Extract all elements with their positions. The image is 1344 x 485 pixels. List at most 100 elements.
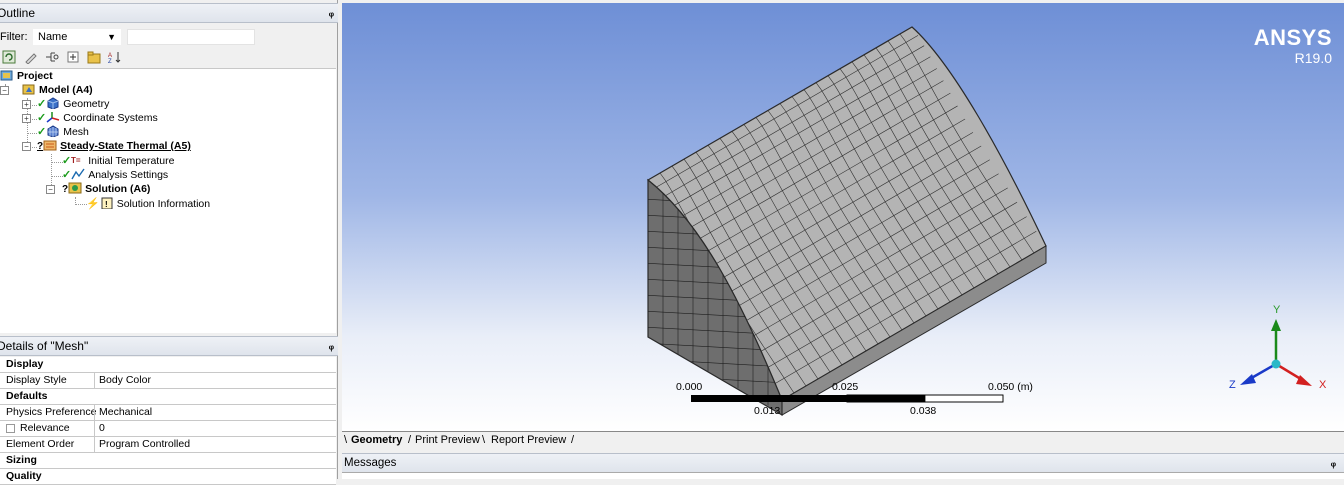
- info-icon: !: [100, 197, 114, 210]
- collapse-toggle[interactable]: −: [0, 86, 9, 95]
- details-key: Physics Preference: [6, 406, 97, 418]
- settings-icon: [71, 168, 85, 180]
- expand-toggle[interactable]: +: [22, 100, 31, 109]
- tree-item-label: Geometry: [63, 98, 110, 110]
- check-icon: ✓: [37, 112, 47, 124]
- check-icon: ✓: [37, 98, 47, 110]
- pencil-icon[interactable]: [24, 50, 38, 64]
- tab-geometry[interactable]: Geometry: [351, 433, 402, 449]
- temperature-icon: T=: [71, 154, 85, 166]
- tree-item-initial-temperature[interactable]: ✓ T= Initial Temperature: [62, 154, 174, 168]
- details-value[interactable]: 0: [99, 421, 105, 436]
- solution-icon: [68, 182, 82, 194]
- tree-item-analysis-settings[interactable]: ✓ Analysis Settings: [62, 168, 168, 182]
- expand-all-icon[interactable]: [66, 50, 80, 64]
- tree-item-label: Steady-State Thermal (A5): [60, 140, 191, 152]
- tree-connect-icon[interactable]: [45, 50, 59, 64]
- svg-text:T=: T=: [71, 156, 81, 165]
- details-section-quality[interactable]: Quality: [0, 469, 336, 485]
- sort-icon[interactable]: AZ: [108, 50, 122, 64]
- tree-item-label: Mesh: [63, 126, 89, 138]
- lightning-icon: ⚡: [86, 198, 100, 210]
- details-value[interactable]: Mechanical: [99, 405, 152, 420]
- thermal-analysis-icon: [43, 139, 57, 151]
- details-value[interactable]: Program Controlled: [99, 437, 190, 452]
- outline-toolbar: AZ: [0, 48, 338, 68]
- svg-text:!: !: [105, 200, 108, 209]
- filter-select[interactable]: Name ▼: [33, 29, 121, 45]
- coordinate-axes-icon: [46, 111, 60, 123]
- check-icon: ✓: [62, 155, 72, 167]
- tree-item-steady-state-thermal[interactable]: ? Steady-State Thermal (A5): [37, 139, 191, 153]
- axis-y-label: Y: [1273, 304, 1281, 316]
- tree-item-model[interactable]: Model (A4): [22, 83, 93, 97]
- tab-slash: \: [482, 434, 486, 446]
- model-icon: [22, 83, 36, 95]
- details-key: Relevance: [20, 422, 70, 434]
- filter-row: Filter: Name ▼: [0, 27, 338, 47]
- check-icon: ✓: [37, 126, 47, 138]
- details-row-relevance[interactable]: Relevance 0: [0, 421, 336, 437]
- project-icon: [0, 69, 14, 81]
- details-table: Display Display Style Body Color Default…: [0, 357, 336, 485]
- tree-item-label: Initial Temperature: [88, 155, 175, 167]
- details-section-sizing[interactable]: Sizing: [0, 453, 336, 469]
- mesh-icon: [46, 125, 60, 138]
- tab-report-preview[interactable]: Report Preview: [491, 433, 566, 449]
- details-section-defaults[interactable]: Defaults: [0, 389, 336, 405]
- chevron-down-icon: ▼: [107, 32, 116, 42]
- filter-search-input[interactable]: [127, 29, 255, 45]
- check-icon: ✓: [62, 169, 72, 181]
- details-key: Display Style: [6, 374, 67, 386]
- pin-icon[interactable]: ᵩ: [329, 337, 334, 355]
- tab-slash: /: [408, 434, 412, 446]
- filter-select-value: Name: [38, 31, 68, 43]
- tab-slash: \: [344, 434, 348, 446]
- parameter-checkbox[interactable]: [6, 424, 15, 433]
- axis-z-label: Z: [1229, 379, 1236, 391]
- outline-header: Outline ᵩ: [0, 3, 338, 23]
- viewport-tabs: \ Geometry / Print Preview \ Report Prev…: [342, 431, 1344, 449]
- tree-item-label: Solution (A6): [85, 183, 151, 195]
- tree-item-solution[interactable]: ? Solution (A6): [62, 182, 150, 196]
- tree-item-geometry[interactable]: ✓ Geometry: [37, 97, 109, 111]
- axis-triad[interactable]: [342, 3, 1344, 431]
- tab-print-preview[interactable]: Print Preview: [415, 433, 480, 449]
- geometry-icon: [46, 97, 60, 110]
- pin-icon[interactable]: ᵩ: [1331, 454, 1336, 472]
- collapse-toggle[interactable]: −: [22, 142, 31, 151]
- outline-tree: Project − Model (A4) + ✓ Geometry + ✓ Coor…: [0, 68, 336, 333]
- details-header: Details of "Mesh" ᵩ: [0, 336, 338, 356]
- details-key: Element Order: [6, 438, 75, 450]
- axis-x-label: X: [1319, 379, 1327, 391]
- messages-title: Messages: [344, 457, 397, 469]
- tree-item-solution-information[interactable]: ⚡! Solution Information: [86, 197, 210, 211]
- outline-title: Outline: [0, 6, 36, 20]
- tree-item-label: Project: [17, 70, 53, 82]
- svg-text:Z: Z: [108, 59, 112, 64]
- graphics-viewport[interactable]: ANSYS R19.0 0.000 0.025 0.050 (m) 0.013 …: [342, 3, 1344, 431]
- filter-label: Filter:: [0, 31, 28, 43]
- pin-icon[interactable]: ᵩ: [329, 4, 334, 22]
- tree-item-mesh[interactable]: ✓ Mesh: [37, 125, 89, 139]
- details-row-display-style[interactable]: Display Style Body Color: [0, 373, 336, 389]
- tree-item-label: Solution Information: [116, 198, 211, 210]
- tree-item-project[interactable]: Project: [0, 69, 53, 83]
- tree-item-coordinate-systems[interactable]: ✓ Coordinate Systems: [37, 111, 158, 125]
- collapse-toggle[interactable]: −: [46, 185, 55, 194]
- details-row-physics-preference[interactable]: Physics Preference Mechanical: [0, 405, 336, 421]
- details-row-element-order[interactable]: Element Order Program Controlled: [0, 437, 336, 453]
- details-section-display[interactable]: Display: [0, 357, 336, 373]
- expand-toggle[interactable]: +: [22, 114, 31, 123]
- folder-icon[interactable]: [87, 50, 101, 64]
- tree-item-label: Analysis Settings: [88, 169, 169, 181]
- details-title: Details of "Mesh": [0, 339, 89, 353]
- left-panel: Outline ᵩ Filter: Name ▼ AZ Project − Mo…: [0, 0, 338, 485]
- tab-slash: /: [571, 434, 575, 446]
- refresh-icon[interactable]: [2, 50, 16, 64]
- messages-header: Messages ᵩ: [342, 453, 1344, 472]
- tree-item-label: Coordinate Systems: [63, 112, 158, 124]
- tree-item-label: Model (A4): [39, 84, 93, 96]
- messages-panel: [342, 472, 1344, 479]
- details-value[interactable]: Body Color: [99, 373, 151, 388]
